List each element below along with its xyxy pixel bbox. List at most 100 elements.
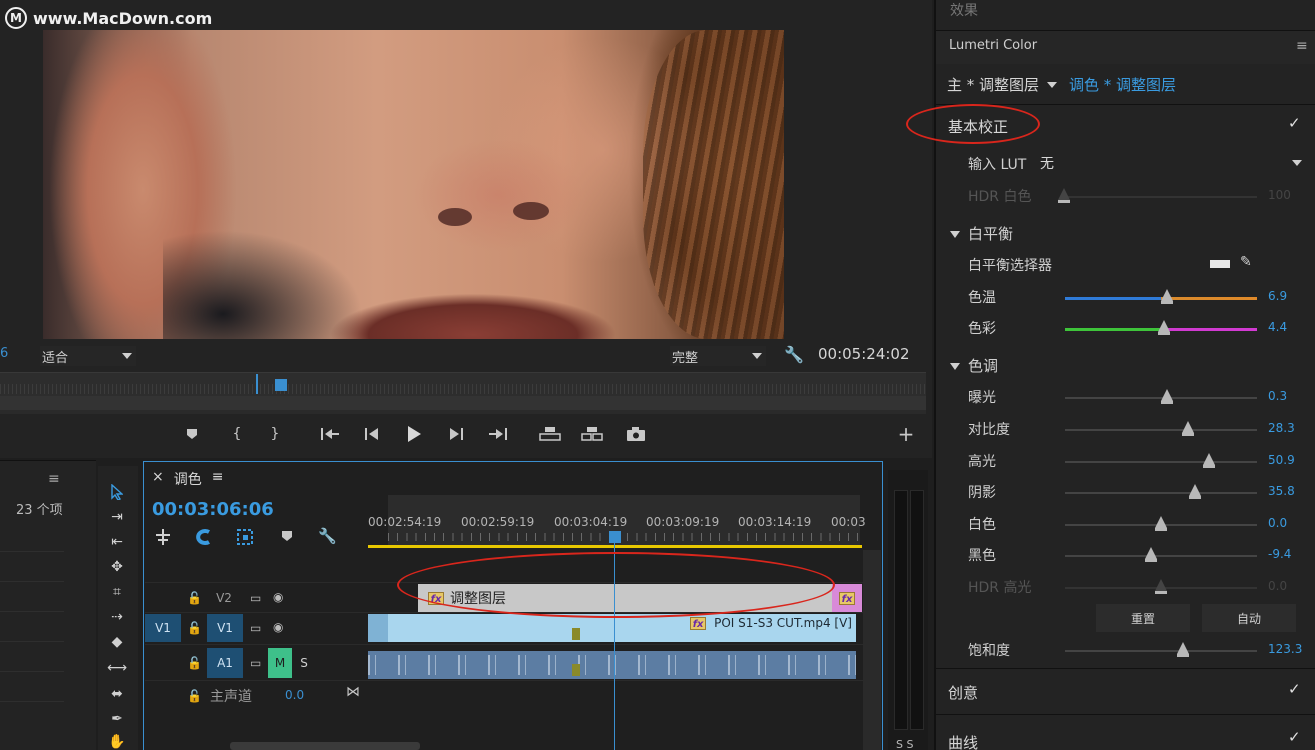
fit-dropdown[interactable]: 适合 <box>40 346 136 366</box>
timeline-playhead-handle[interactable] <box>609 531 621 543</box>
master-clip-dropdown[interactable]: 主 * 调整图层 <box>947 74 1058 95</box>
blacks-slider[interactable] <box>1065 555 1257 557</box>
timeline-settings-wrench-icon[interactable]: 🔧 <box>318 527 338 547</box>
auto-button[interactable]: 自动 <box>1202 604 1296 632</box>
timeline-tab[interactable]: × 调色 ≡ <box>152 469 223 489</box>
go-to-end-icon[interactable]: ⋈ <box>346 684 360 700</box>
solo-button[interactable]: S <box>294 648 314 678</box>
go-to-out-button[interactable] <box>486 424 510 444</box>
curves-checkbox[interactable]: ✓ <box>1288 728 1301 746</box>
shadows-value[interactable]: 35.8 <box>1268 484 1295 498</box>
play-button[interactable] <box>404 424 424 444</box>
snap-button[interactable] <box>195 528 213 546</box>
reset-button[interactable]: 重置 <box>1096 604 1190 632</box>
lift-button[interactable] <box>538 424 562 444</box>
project-menu-icon[interactable]: ≡ <box>48 471 60 487</box>
timeline-horizontal-scrollbar[interactable] <box>230 742 420 750</box>
zoom-scroll-bar[interactable] <box>0 396 926 410</box>
close-icon[interactable]: × <box>152 469 164 489</box>
monitor-scrubber[interactable] <box>0 372 926 414</box>
hdr-white-slider[interactable] <box>1065 196 1257 198</box>
mark-in-button[interactable]: { <box>230 424 244 444</box>
slip-tool-button[interactable]: ◆ <box>106 632 128 652</box>
white-balance-title[interactable]: 白平衡 <box>950 223 1013 244</box>
button-editor-button[interactable]: + <box>896 422 916 446</box>
highlights-slider-thumb[interactable] <box>1203 453 1215 468</box>
highlights-value[interactable]: 50.9 <box>1268 453 1295 467</box>
input-lut-dropdown[interactable]: 无 <box>1040 153 1310 173</box>
hdr-white-value[interactable]: 100 <box>1268 188 1291 202</box>
lock-icon[interactable]: 🔓 <box>187 656 202 670</box>
basic-correction-checkbox[interactable]: ✓ <box>1288 114 1301 132</box>
highlights-slider[interactable] <box>1065 461 1257 463</box>
creative-checkbox[interactable]: ✓ <box>1288 680 1301 698</box>
master-volume-value[interactable]: 0.0 <box>285 688 304 702</box>
meter-solo-labels[interactable]: S S <box>896 738 913 750</box>
clip-marker[interactable] <box>572 664 580 676</box>
eyedropper-icon[interactable]: ✎ <box>1240 254 1252 270</box>
razor-tool-button[interactable]: ⇢ <box>106 607 128 627</box>
blacks-slider-thumb[interactable] <box>1145 547 1157 562</box>
track-v2-label[interactable]: V2 <box>210 584 238 612</box>
saturation-slider[interactable] <box>1065 650 1257 652</box>
hdr-white-slider-thumb[interactable] <box>1058 188 1070 203</box>
quality-dropdown[interactable]: 完整 <box>670 346 766 366</box>
extract-button[interactable] <box>580 424 604 444</box>
ripple-edit-tool-button[interactable]: ⇤ <box>106 532 128 552</box>
timeline-timecode[interactable]: 00:03:06:06 <box>152 499 274 520</box>
tint-slider-thumb[interactable] <box>1158 320 1170 335</box>
effects-panel-title[interactable]: 效果 <box>950 0 978 20</box>
saturation-slider-thumb[interactable] <box>1177 642 1189 657</box>
hand-tool-button[interactable]: ✋ <box>106 732 128 750</box>
temperature-slider-thumb[interactable] <box>1161 289 1173 304</box>
selection-tool-button[interactable] <box>106 482 128 502</box>
linked-selection-button[interactable] <box>236 528 254 546</box>
lock-icon[interactable]: 🔓 <box>187 621 202 635</box>
sync-lock-icon[interactable]: ▭ <box>250 621 261 635</box>
tint-value[interactable]: 4.4 <box>1268 320 1287 334</box>
source-patch-v1[interactable]: V1 <box>145 614 181 642</box>
eye-icon[interactable]: ◉ <box>273 590 283 604</box>
add-marker-timeline-button[interactable] <box>281 530 295 544</box>
whites-value[interactable]: 0.0 <box>1268 516 1287 530</box>
playhead-handle[interactable] <box>275 379 287 391</box>
sync-lock-icon[interactable]: ▭ <box>250 591 261 605</box>
contrast-slider[interactable] <box>1065 429 1257 431</box>
track-select-tool-button[interactable]: ⇥ <box>106 507 128 527</box>
clip-marker[interactable] <box>572 628 580 640</box>
saturation-value[interactable]: 123.3 <box>1268 642 1302 656</box>
shadows-slider-thumb[interactable] <box>1189 484 1201 499</box>
wb-color-swatch[interactable] <box>1210 260 1230 268</box>
monitor-timecode[interactable]: 00:05:24:02 <box>818 345 910 363</box>
pen-tool-button[interactable]: ⬌ <box>106 684 128 704</box>
timeline-menu-icon[interactable]: ≡ <box>212 469 224 489</box>
timeline-vertical-scrollbar[interactable] <box>863 550 881 750</box>
export-frame-button[interactable] <box>624 424 648 444</box>
mark-out-button[interactable]: } <box>268 424 282 444</box>
slide-tool-button[interactable]: ⟷ <box>106 658 128 678</box>
go-to-in-button[interactable] <box>318 424 342 444</box>
lumetri-title[interactable]: Lumetri Color <box>949 38 1037 53</box>
blacks-value[interactable]: -9.4 <box>1268 547 1291 561</box>
video-clip[interactable]: fx POI S1-S3 CUT.mp4 [V] <box>368 614 856 642</box>
wrench-icon[interactable]: 🔧 <box>784 345 804 364</box>
step-back-button[interactable] <box>362 424 382 444</box>
step-forward-button[interactable] <box>446 424 466 444</box>
whites-slider-thumb[interactable] <box>1155 516 1167 531</box>
curves-title[interactable]: 曲线 <box>948 732 978 750</box>
rate-stretch-tool-button[interactable]: ⌗ <box>106 582 128 602</box>
track-v1-label[interactable]: V1 <box>207 614 243 642</box>
sync-lock-icon[interactable]: ▭ <box>250 656 261 670</box>
lumetri-menu-icon[interactable]: ≡ <box>1296 38 1308 54</box>
contrast-value[interactable]: 28.3 <box>1268 421 1295 435</box>
audio-clip[interactable] <box>368 651 856 679</box>
hdr-specular-slider-thumb[interactable] <box>1155 579 1167 594</box>
add-marker-button[interactable] <box>184 424 200 444</box>
eye-icon[interactable]: ◉ <box>273 620 283 634</box>
pen-tool-alt-button[interactable]: ✒ <box>106 709 128 729</box>
tone-title[interactable]: 色调 <box>950 355 998 376</box>
track-a1-label[interactable]: A1 <box>207 648 243 678</box>
rolling-edit-tool-button[interactable]: ✥ <box>106 557 128 577</box>
active-clip-label[interactable]: 调色 * 调整图层 <box>1069 74 1176 95</box>
hdr-specular-value[interactable]: 0.0 <box>1268 579 1287 593</box>
